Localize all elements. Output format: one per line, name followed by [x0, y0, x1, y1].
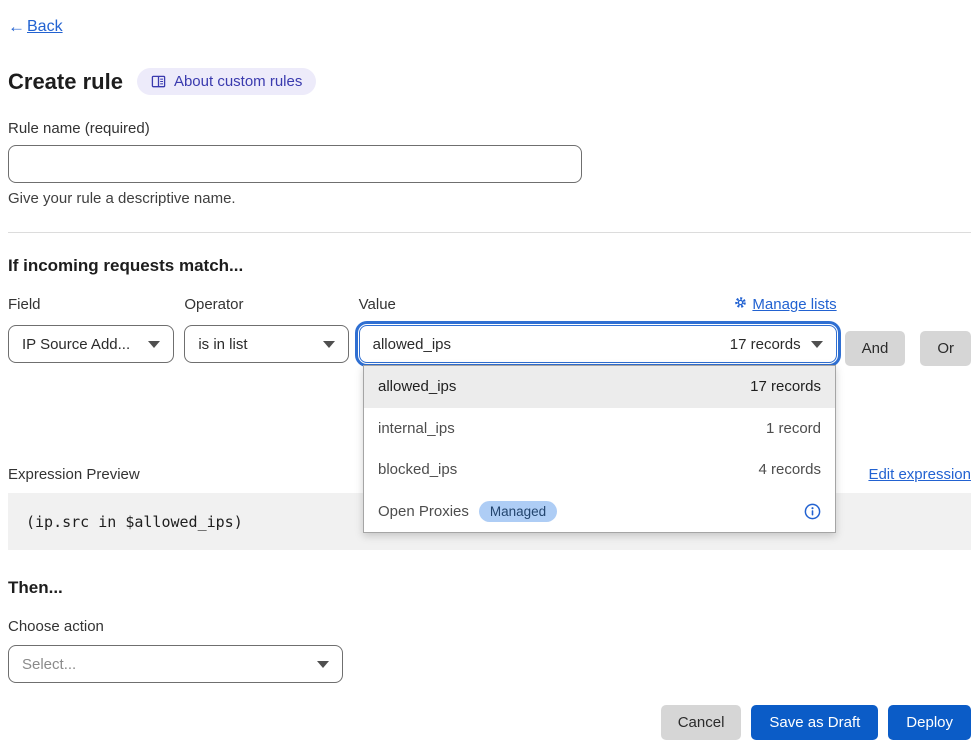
list-item-allowed-ips[interactable]: allowed_ips 17 records — [364, 366, 835, 408]
list-item-name: blocked_ips — [378, 461, 457, 478]
expression-code: (ip.src in $allowed_ips) — [26, 513, 243, 531]
action-select-placeholder: Select... — [22, 656, 76, 673]
title-row: Create rule About custom rules — [8, 68, 971, 95]
section-divider — [8, 232, 971, 233]
field-label: Field — [8, 296, 174, 313]
list-item-left: Open Proxies Managed — [378, 501, 557, 522]
value-label: Value — [359, 296, 396, 313]
page-title: Create rule — [8, 69, 123, 95]
create-rule-page: ←Back Create rule About custom rules Rul… — [0, 0, 979, 740]
list-item-name: allowed_ips — [378, 378, 456, 395]
operator-label: Operator — [184, 296, 348, 313]
about-custom-rules-link[interactable]: About custom rules — [137, 68, 316, 95]
info-icon[interactable] — [804, 503, 821, 520]
expression-preview-label: Expression Preview — [8, 466, 140, 483]
save-as-draft-button[interactable]: Save as Draft — [751, 705, 878, 740]
edit-expression-link[interactable]: Edit expression — [868, 466, 971, 483]
or-button[interactable]: Or — [920, 331, 971, 366]
chevron-down-icon — [811, 341, 823, 348]
back-link[interactable]: ←Back — [8, 17, 63, 37]
cancel-button[interactable]: Cancel — [661, 705, 742, 740]
value-select[interactable]: allowed_ips 17 records — [359, 325, 837, 363]
footer-buttons: Cancel Save as Draft Deploy — [8, 705, 971, 740]
gear-icon — [734, 296, 747, 313]
value-select-right: 17 records — [730, 336, 823, 353]
field-column: Field IP Source Add... — [8, 296, 174, 363]
value-select-value: allowed_ips — [373, 336, 451, 353]
value-select-meta: 17 records — [730, 336, 801, 353]
field-select-value: IP Source Add... — [22, 336, 130, 353]
back-link-label: Back — [27, 18, 63, 36]
choose-action-label: Choose action — [8, 618, 971, 635]
chevron-down-icon — [148, 341, 160, 348]
operator-select-value: is in list — [198, 336, 247, 353]
condition-row: Field IP Source Add... Operator is in li… — [8, 296, 971, 366]
about-custom-rules-label: About custom rules — [174, 73, 302, 90]
list-item-open-proxies[interactable]: Open Proxies Managed — [364, 491, 835, 533]
rule-name-helper-text: Give your rule a descriptive name. — [8, 190, 971, 207]
list-item-internal-ips[interactable]: internal_ips 1 record — [364, 408, 835, 450]
list-item-meta: 1 record — [766, 420, 821, 437]
and-button[interactable]: And — [845, 331, 906, 366]
deploy-button[interactable]: Deploy — [888, 705, 971, 740]
manage-lists-link[interactable]: Manage lists — [734, 296, 836, 313]
rule-name-label: Rule name (required) — [8, 120, 971, 137]
then-section-heading: Then... — [8, 578, 971, 598]
back-arrow-icon: ← — [8, 17, 25, 37]
action-select[interactable]: Select... — [8, 645, 343, 683]
match-section-heading: If incoming requests match... — [8, 256, 971, 276]
and-or-buttons: And Or — [845, 331, 971, 366]
list-item-meta: 17 records — [750, 378, 821, 395]
manage-lists-label: Manage lists — [752, 296, 836, 313]
operator-select[interactable]: is in list — [184, 325, 348, 363]
value-label-row: Value Manage lists — [359, 296, 837, 313]
operator-column: Operator is in list — [184, 296, 348, 363]
chevron-down-icon — [317, 661, 329, 668]
list-item-name: internal_ips — [378, 420, 455, 437]
value-column: Value Manage lists allowed_ips 17 record… — [359, 296, 837, 363]
list-item-blocked-ips[interactable]: blocked_ips 4 records — [364, 449, 835, 491]
field-select[interactable]: IP Source Add... — [8, 325, 174, 363]
book-icon — [151, 74, 166, 89]
value-dropdown-menu: allowed_ips 17 records internal_ips 1 re… — [363, 365, 836, 533]
managed-badge: Managed — [479, 501, 557, 522]
list-item-meta: 4 records — [758, 461, 821, 478]
rule-name-input[interactable] — [8, 145, 582, 183]
chevron-down-icon — [323, 341, 335, 348]
list-item-name: Open Proxies — [378, 503, 469, 520]
